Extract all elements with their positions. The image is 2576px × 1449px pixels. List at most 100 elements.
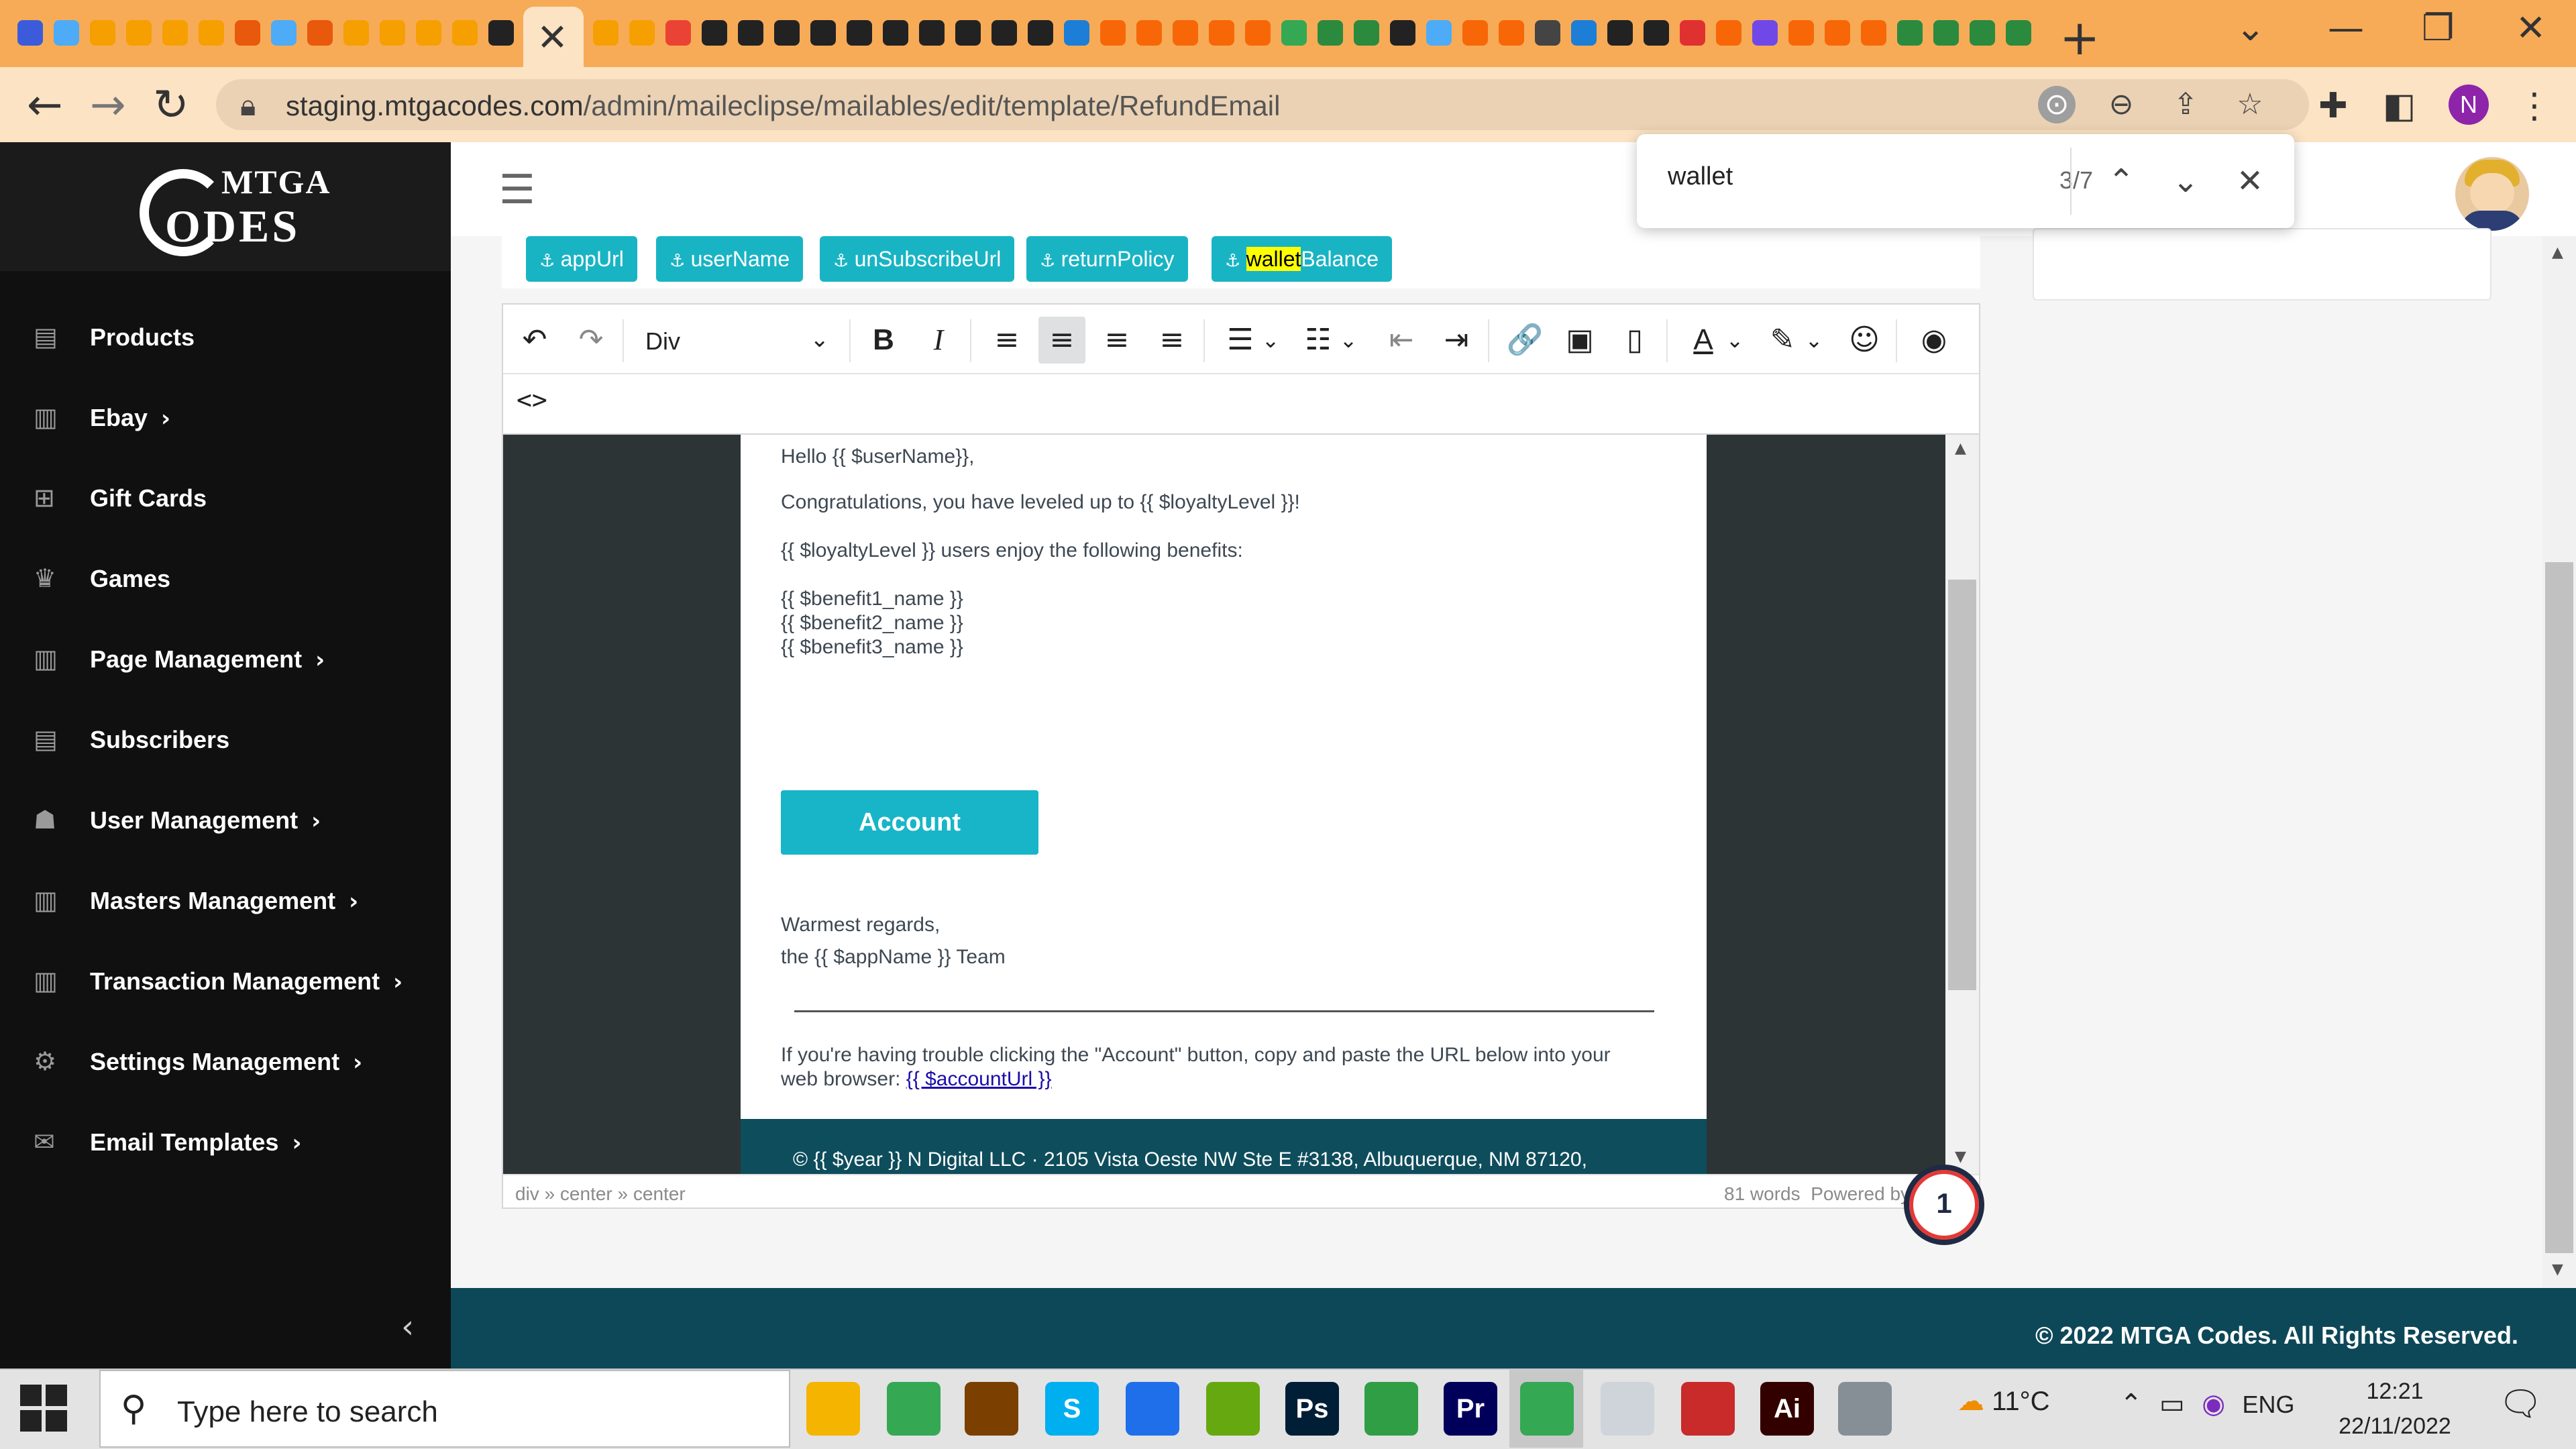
sidebar-item-subscribers[interactable]: ▤ Subscribers xyxy=(0,706,451,780)
menu-toggle-icon[interactable]: ☰ xyxy=(499,166,535,213)
restore-button[interactable]: ❐ xyxy=(2422,7,2454,49)
variable-button-returnpolicy[interactable]: ⚓ returnPolicy xyxy=(1026,236,1188,282)
outdent-icon[interactable]: ⇤ xyxy=(1378,317,1425,364)
taskbar-skype-icon[interactable]: S xyxy=(1045,1382,1099,1436)
sidebar-item-masters-management[interactable]: ▥ Masters Management › xyxy=(0,867,451,941)
variable-button-appurl[interactable]: ⚓ appUrl xyxy=(526,236,637,282)
editor-scrollbar-thumb[interactable] xyxy=(1948,580,1976,990)
email-benefit-1[interactable]: {{ $benefit1_name }} xyxy=(781,588,963,610)
browser-tab[interactable] xyxy=(413,15,444,52)
forward-icon[interactable]: → xyxy=(90,80,126,130)
browser-tab[interactable] xyxy=(808,15,839,52)
email-congrats[interactable]: Congratulations, you have leveled up to … xyxy=(781,491,1300,514)
find-next-icon[interactable]: ⌄ xyxy=(2159,154,2212,208)
element-path[interactable]: div » center » center xyxy=(515,1183,686,1205)
block-format-select[interactable]: Div ⌄ xyxy=(632,317,840,364)
browser-tab[interactable] xyxy=(1894,15,1925,52)
email-team-signature[interactable]: the {{ $appName }} Team xyxy=(781,946,1006,969)
browser-tab[interactable] xyxy=(1134,15,1165,52)
browser-tab[interactable] xyxy=(1460,15,1491,52)
tab-search-icon[interactable]: ⌄ xyxy=(2235,7,2265,49)
sidebar-item-transaction-management[interactable]: ▥ Transaction Management › xyxy=(0,947,451,1021)
image-icon[interactable]: ▣ xyxy=(1556,317,1603,364)
page-scroll-up-icon[interactable]: ▲ xyxy=(2552,244,2563,261)
indent-icon[interactable]: ⇥ xyxy=(1433,317,1480,364)
browser-tab[interactable] xyxy=(1822,15,1853,52)
browser-tab[interactable] xyxy=(844,15,875,52)
browser-tab[interactable] xyxy=(305,15,335,52)
browser-tab[interactable] xyxy=(590,15,621,52)
sidebar-item-page-management[interactable]: ▥ Page Management › xyxy=(0,625,451,699)
browser-tab[interactable] xyxy=(232,15,263,52)
system-tray[interactable]: ⌃ ▭ ◉ ENG xyxy=(2120,1389,2295,1419)
browser-tab[interactable] xyxy=(1496,15,1527,52)
close-window-button[interactable]: ✕ xyxy=(2516,7,2546,49)
browser-tab[interactable] xyxy=(1351,15,1382,52)
browser-tab[interactable] xyxy=(87,15,118,52)
account-url-link[interactable]: {{ $accountUrl }} xyxy=(906,1068,1052,1090)
align-right-icon[interactable]: ≡ xyxy=(1093,317,1140,364)
browser-tab[interactable] xyxy=(1568,15,1599,52)
preview-eye-icon[interactable]: ◉ xyxy=(1911,317,1957,364)
highlight-dropdown-icon[interactable]: ⌄ xyxy=(1801,317,1827,364)
sidebar-item-gift-cards[interactable]: ⊞ Gift Cards xyxy=(0,464,451,538)
browser-tab[interactable] xyxy=(1315,15,1346,52)
minimize-button[interactable]: — xyxy=(2328,7,2364,49)
email-trouble-prefix[interactable]: web browser: xyxy=(781,1068,900,1090)
browser-tab[interactable] xyxy=(735,15,766,52)
network-icon[interactable]: ▭ xyxy=(2159,1389,2185,1419)
browser-tab[interactable] xyxy=(627,15,657,52)
browser-tab[interactable] xyxy=(1279,15,1309,52)
variable-button-walletbalance[interactable]: ⚓ walletBalance xyxy=(1212,236,1393,282)
numbered-list-dropdown-icon[interactable]: ⌄ xyxy=(1335,317,1362,364)
browser-tab[interactable] xyxy=(341,15,372,52)
highlight-icon[interactable]: ✎ xyxy=(1759,317,1806,364)
browser-tab[interactable] xyxy=(1641,15,1672,52)
emoji-icon[interactable]: ☺ xyxy=(1841,317,1888,364)
variable-button-unsubscribeurl[interactable]: ⚓ unSubscribeUrl xyxy=(820,236,1015,282)
browser-tab[interactable] xyxy=(377,15,408,52)
sidebar-item-products[interactable]: ▤ Products xyxy=(0,303,451,377)
powered-by[interactable]: Powered by xyxy=(1811,1183,1910,1204)
email-regards[interactable]: Warmest regards, xyxy=(781,914,940,936)
side-panel-icon[interactable]: ◧ xyxy=(2383,86,2416,126)
browser-tab[interactable] xyxy=(916,15,947,52)
user-avatar[interactable] xyxy=(2455,157,2529,231)
browser-tab[interactable] xyxy=(268,15,299,52)
taskbar-book-app-icon[interactable] xyxy=(965,1382,1018,1436)
browser-tab[interactable] xyxy=(1931,15,1962,52)
browser-tab[interactable] xyxy=(1097,15,1128,52)
browser-tab[interactable] xyxy=(1424,15,1454,52)
bold-button[interactable]: B xyxy=(860,317,907,364)
tray-overflow-icon[interactable]: ⌃ xyxy=(2120,1389,2143,1419)
email-greeting[interactable]: Hello {{ $userName}}, xyxy=(781,445,975,468)
taskbar-file-explorer-icon[interactable] xyxy=(806,1382,860,1436)
browser-tab[interactable] xyxy=(1532,15,1563,52)
email-trouble-text[interactable]: If you're having trouble clicking the "A… xyxy=(781,1044,1611,1067)
italic-button[interactable]: I xyxy=(915,317,962,364)
browser-tab[interactable] xyxy=(663,15,694,52)
link-icon[interactable]: 🔗 xyxy=(1501,317,1548,364)
taskbar-shield-app-icon[interactable] xyxy=(1364,1382,1418,1436)
sidebar-item-user-management[interactable]: ☗ User Management › xyxy=(0,786,451,860)
email-footer-text[interactable]: © {{ $year }} N Digital LLC · 2105 Vista… xyxy=(793,1148,1587,1171)
browser-tab[interactable] xyxy=(449,15,480,52)
taskbar-chrome-icon[interactable] xyxy=(887,1382,941,1436)
browser-tab[interactable] xyxy=(486,15,517,52)
find-close-icon[interactable]: ✕ xyxy=(2223,154,2277,208)
scroll-up-arrow-icon[interactable]: ▲ xyxy=(1955,440,1966,457)
browser-tab[interactable] xyxy=(989,15,1020,52)
bullet-list-dropdown-icon[interactable]: ⌄ xyxy=(1257,317,1284,364)
email-benefit-3[interactable]: {{ $benefit3_name }} xyxy=(781,636,963,659)
taskbar-calculator-icon[interactable] xyxy=(1838,1382,1892,1436)
bookmark-star-icon[interactable]: ☆ xyxy=(2231,86,2269,123)
sidebar-collapse-icon[interactable]: ‹ xyxy=(401,1308,414,1346)
sidebar-item-ebay[interactable]: ▥ Ebay › xyxy=(0,384,451,458)
account-button[interactable]: Account xyxy=(781,790,1038,855)
align-left-icon[interactable]: ≡ xyxy=(983,317,1030,364)
browser-tab[interactable] xyxy=(123,15,154,52)
browser-tab[interactable] xyxy=(2003,15,2034,52)
email-benefit-2[interactable]: {{ $benefit2_name }} xyxy=(781,612,963,635)
scroll-down-arrow-icon[interactable]: ▼ xyxy=(1955,1148,1966,1165)
email-body[interactable] xyxy=(741,435,1707,1119)
